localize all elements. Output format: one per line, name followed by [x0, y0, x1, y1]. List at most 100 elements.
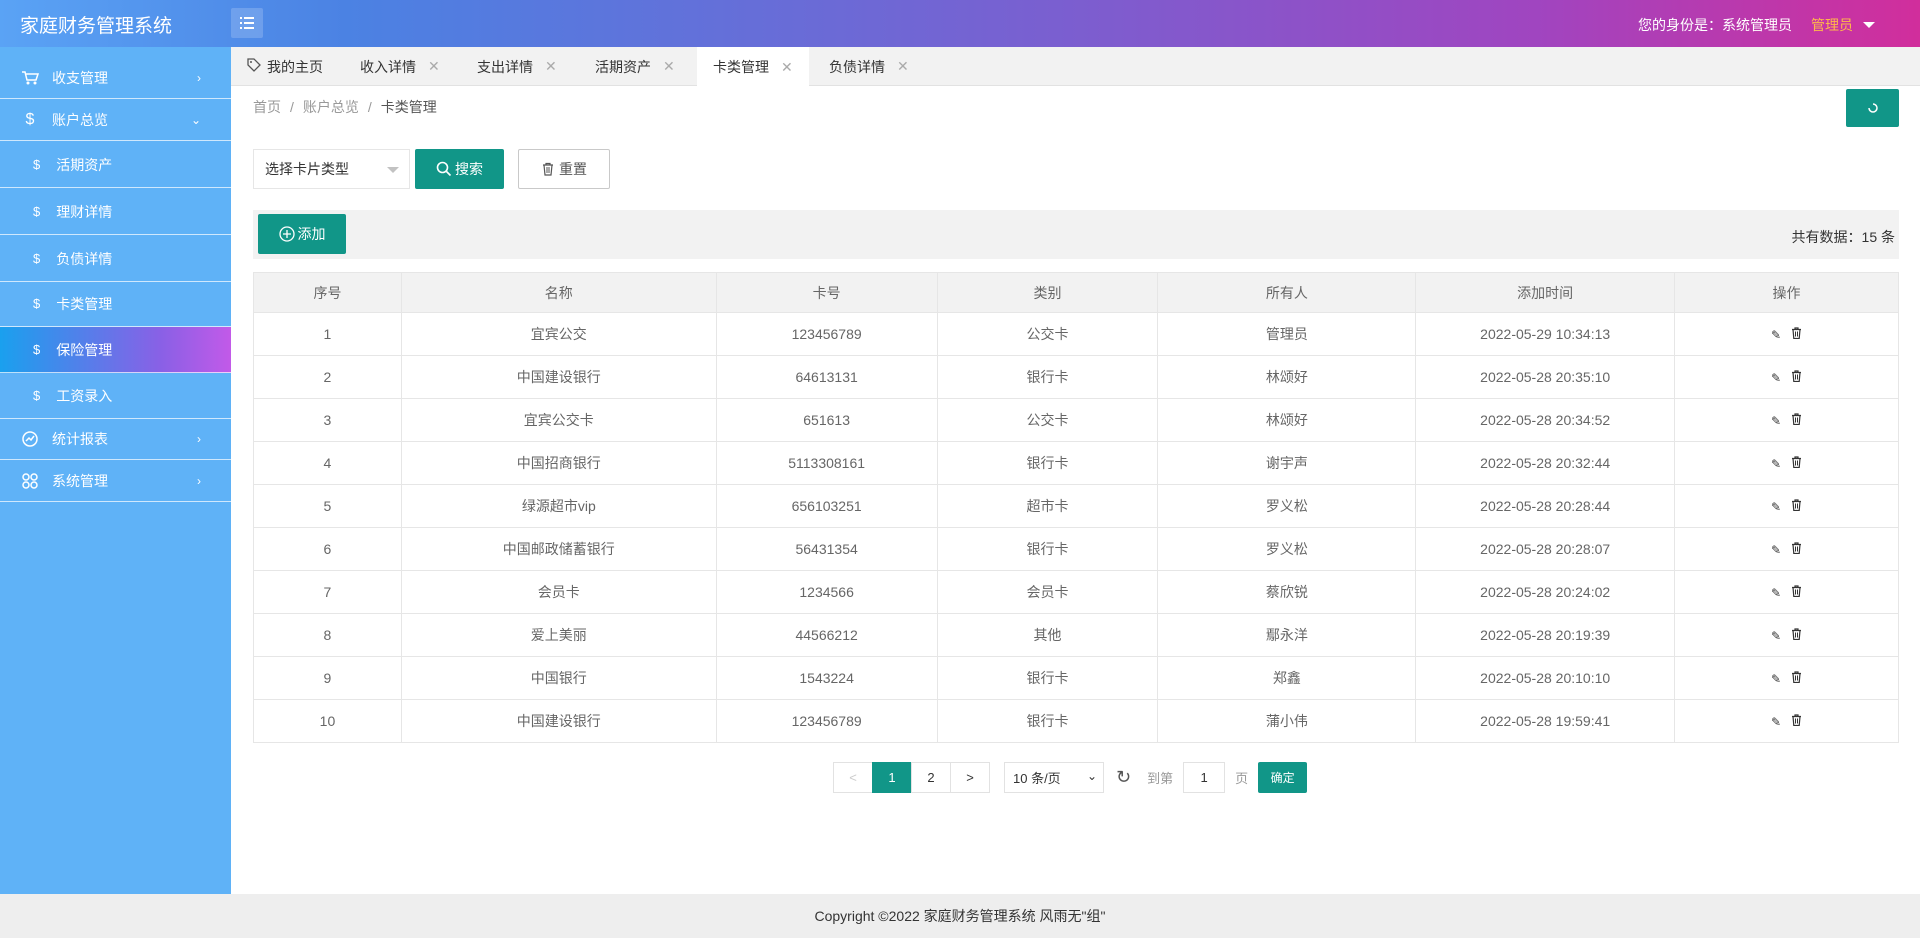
table-cell: 爱上美丽	[400, 613, 717, 657]
delete-icon[interactable]	[1791, 585, 1802, 600]
per-page-select[interactable]: 10 条/页 ⌄	[1004, 762, 1104, 793]
grid-icon	[20, 473, 40, 489]
table-cell: 4	[253, 441, 402, 485]
tab-current-assets[interactable]: 活期资产 ✕	[595, 47, 675, 86]
sidebar-sub-label: 工资录入	[56, 387, 113, 404]
table-cell: 2022-05-28 20:34:52	[1415, 398, 1676, 442]
table-cell: 8	[253, 613, 402, 657]
sidebar-sub-debt-details[interactable]: $ 负债详情	[0, 236, 231, 282]
delete-icon[interactable]	[1791, 499, 1802, 514]
next-page-button[interactable]: >	[950, 762, 990, 793]
table-cell: 宜宾公交卡	[400, 398, 717, 442]
table-cell: 2	[253, 355, 402, 399]
delete-icon[interactable]	[1791, 628, 1802, 643]
close-icon[interactable]: ✕	[545, 58, 557, 75]
delete-icon[interactable]	[1791, 542, 1802, 557]
table-cell: 郑鑫	[1157, 656, 1417, 700]
tab-bar: 我的主页 收入详情 ✕ 支出详情 ✕ 活期资产 ✕ 卡类管理 ✕ 负债详情 ✕	[231, 47, 1920, 87]
sidebar-sub-label: 理财详情	[56, 203, 113, 220]
column-header: 名称	[400, 272, 717, 313]
prev-page-button[interactable]: <	[833, 762, 873, 793]
column-header: 添加时间	[1415, 272, 1676, 313]
total-count: 共有数据：15 条	[1791, 229, 1895, 245]
table-row: 8 爱上美丽 44566212 其他 鄢永洋 2022-05-28 20:19:39 ✎	[253, 613, 1899, 657]
table-toolbar: 添加 共有数据：15 条	[253, 210, 1899, 259]
table-cell: 44566212	[715, 613, 938, 657]
table-cell: 7	[253, 570, 402, 614]
page-button-current[interactable]: 1	[872, 762, 912, 793]
delete-icon[interactable]	[1791, 370, 1802, 385]
sidebar-sub-card-management[interactable]: $ 卡类管理	[0, 281, 231, 327]
delete-icon[interactable]	[1791, 671, 1802, 686]
sidebar-item-account-overview[interactable]: $ 账户总览 ⌄	[0, 100, 231, 141]
sidebar-sub-finance-details[interactable]: $ 理财详情	[0, 189, 231, 235]
column-header: 操作	[1674, 272, 1899, 313]
breadcrumb-account-overview[interactable]: 账户总览	[303, 99, 359, 115]
card-type-select[interactable]: 选择卡片类型	[253, 149, 410, 189]
table-cell: 64613131	[715, 355, 938, 399]
table-cell: 银行卡	[936, 699, 1159, 743]
delete-icon[interactable]	[1791, 456, 1802, 471]
edit-icon[interactable]: ✎	[1771, 543, 1781, 557]
table-cell: 宜宾公交	[400, 312, 717, 356]
column-header: 序号	[253, 272, 402, 313]
edit-icon[interactable]: ✎	[1771, 629, 1781, 643]
delete-icon[interactable]	[1791, 413, 1802, 428]
page-button[interactable]: 2	[911, 762, 951, 793]
edit-icon[interactable]: ✎	[1771, 457, 1781, 471]
sidebar-sub-label: 卡类管理	[56, 295, 113, 312]
edit-icon[interactable]: ✎	[1771, 672, 1781, 686]
sidebar-sub-current-assets[interactable]: $ 活期资产	[0, 142, 231, 188]
dollar-icon: $	[33, 296, 41, 311]
dollar-icon: $	[33, 204, 41, 219]
table-cell: 2022-05-28 20:19:39	[1415, 613, 1676, 657]
tab-card-management[interactable]: 卡类管理 ✕	[697, 47, 809, 87]
sidebar-item-reports[interactable]: 统计报表 ›	[0, 419, 231, 460]
table-cell: 10	[253, 699, 402, 743]
tab-debt[interactable]: 负债详情 ✕	[829, 47, 909, 86]
table-cell: 罗义松	[1157, 484, 1417, 528]
table-cell: 5113308161	[715, 441, 938, 485]
reload-icon[interactable]: ↻	[1116, 767, 1131, 788]
table-cell: 2022-05-28 20:28:07	[1415, 527, 1676, 571]
search-button[interactable]: 搜索	[415, 149, 504, 189]
goto-confirm-button[interactable]: 确定	[1258, 762, 1308, 793]
table-body: 1 宜宾公交 123456789 公交卡 管理员 2022-05-29 10:34:13 ✎…	[253, 312, 1899, 743]
menu-toggle-button[interactable]	[231, 8, 263, 38]
reset-button[interactable]: 重置	[518, 149, 610, 189]
table-cell: 银行卡	[936, 355, 1159, 399]
sidebar-sub-insurance[interactable]: $ 保险管理	[0, 327, 231, 373]
delete-icon[interactable]	[1791, 327, 1802, 342]
add-button[interactable]: 添加	[258, 214, 346, 254]
edit-icon[interactable]: ✎	[1771, 371, 1781, 385]
close-icon[interactable]: ✕	[897, 58, 909, 75]
user-menu[interactable]: 管理员	[1811, 15, 1875, 35]
sidebar-item-system[interactable]: 系统管理 ›	[0, 461, 231, 502]
table-cell: 鄢永洋	[1157, 613, 1417, 657]
edit-icon[interactable]: ✎	[1771, 414, 1781, 428]
refresh-button[interactable]	[1846, 89, 1899, 127]
edit-icon[interactable]: ✎	[1771, 715, 1781, 729]
tab-expense[interactable]: 支出详情 ✕	[477, 47, 557, 86]
goto-page-input[interactable]	[1183, 762, 1226, 793]
close-icon[interactable]: ✕	[663, 58, 675, 75]
dollar-icon: $	[33, 342, 41, 357]
tab-home[interactable]: 我的主页	[247, 47, 323, 86]
sidebar-sub-salary[interactable]: $ 工资录入	[0, 373, 231, 419]
table-cell: 2022-05-29 10:34:13	[1415, 312, 1676, 356]
delete-icon[interactable]	[1791, 714, 1802, 729]
sidebar-item-income-expense[interactable]: 收支管理 ›	[0, 58, 231, 99]
table-cell: 林颂好	[1157, 398, 1417, 442]
edit-icon[interactable]: ✎	[1771, 500, 1781, 514]
close-icon[interactable]: ✕	[428, 58, 440, 75]
table-cell: 2022-05-28 19:59:41	[1415, 699, 1676, 743]
tab-income[interactable]: 收入详情 ✕	[360, 47, 440, 86]
edit-icon[interactable]: ✎	[1771, 328, 1781, 342]
sidebar-item-label: 统计报表	[52, 431, 108, 447]
edit-icon[interactable]: ✎	[1771, 586, 1781, 600]
sidebar-item-label: 收支管理	[52, 70, 108, 86]
table-cell: 9	[253, 656, 402, 700]
dollar-icon: $	[33, 157, 41, 172]
close-icon[interactable]: ✕	[781, 59, 793, 76]
breadcrumb-home[interactable]: 首页	[253, 99, 281, 115]
